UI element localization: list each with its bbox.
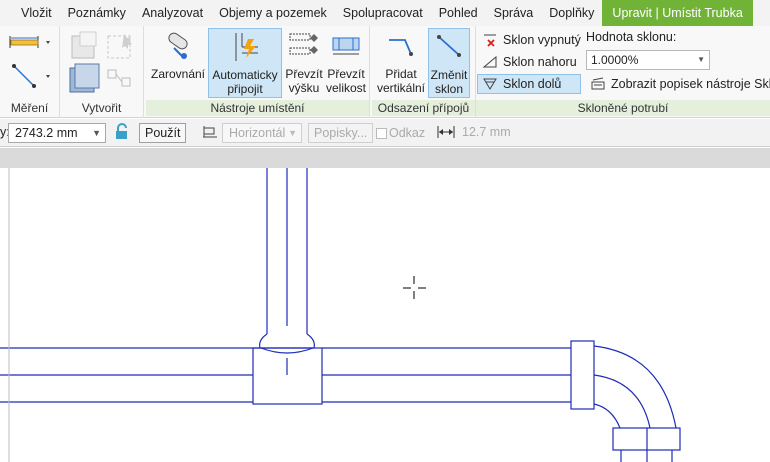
drawing-canvas[interactable] — [0, 168, 770, 462]
inherit-size-icon — [324, 30, 368, 65]
sklon-vypnuty-label: Sklon vypnutý — [503, 33, 581, 47]
panel-vytvorit: Vytvořit — [60, 26, 144, 118]
prevzit-vysku-line1: Převzít — [285, 67, 323, 81]
panel-label-mereni: Měření — [10, 101, 49, 115]
slope-tooltip-icon — [591, 77, 605, 90]
zmenit-line1: Změnit — [430, 68, 468, 82]
slope-value: 1.0000% — [591, 53, 639, 67]
chevron-down-icon: ▼ — [697, 55, 705, 64]
prevzit-vysku-line2: výšku — [288, 81, 320, 95]
tab-doplnky[interactable]: Doplňky — [541, 0, 602, 26]
horizontal-justification-value: Horizontál — [229, 126, 286, 140]
create-component-icon[interactable] — [66, 30, 140, 99]
change-slope-icon — [429, 31, 469, 66]
sklon-nahoru-button[interactable]: Sklon nahoru — [478, 52, 577, 72]
ribbon-tabs: Vložit Poznámky Analyzovat Objemy a poze… — [0, 0, 770, 26]
prevzit-velikost-line1: Převzít — [327, 67, 365, 81]
panel-label-vytvorit: Vytvořit — [81, 101, 122, 115]
horizontal-justification-select[interactable]: Horizontál ▼ — [222, 123, 302, 143]
zarovnani-label: Zarovnání — [150, 67, 206, 81]
tab-spolupracovat[interactable]: Spolupracovat — [335, 0, 431, 26]
slope-down-icon — [483, 78, 497, 90]
leader-checkbox[interactable]: Odkaz — [376, 123, 425, 143]
offset-value: 2743.2 mm — [15, 126, 78, 140]
automaticky-pripojit-button[interactable]: Automaticky připojit — [208, 28, 282, 98]
pridat-vertikalni-button[interactable]: Přidat vertikální — [374, 28, 428, 98]
sklon-vypnuty-button[interactable]: Sklon vypnutý — [478, 30, 581, 50]
slope-value-select[interactable]: 1.0000% ▼ — [586, 50, 710, 70]
prevzit-velikost-button[interactable]: Převzít velikost — [324, 28, 368, 98]
tab-pohled[interactable]: Pohled — [431, 0, 486, 26]
tab-objemy-a-pozemek[interactable]: Objemy a pozemek — [211, 0, 335, 26]
tab-poznamky[interactable]: Poznámky — [60, 0, 134, 26]
panel-nastroje-umisteni: Zarovnání Automaticky připojit Převzít v… — [146, 26, 370, 118]
tab-sprava[interactable]: Správa — [486, 0, 542, 26]
measure-icon[interactable] — [8, 32, 52, 57]
panel-label-nastroje: Nástroje umístění — [146, 100, 369, 116]
tab-upravit-umistit-trubka[interactable]: Upravit | Umístit Trubka — [602, 0, 753, 26]
chevron-down-icon: ▼ — [92, 128, 101, 138]
prevzit-velikost-line2: velikost — [325, 81, 366, 95]
pipe-drawing — [0, 168, 681, 462]
inherit-elevation-icon — [284, 30, 324, 65]
lock-icon[interactable] — [114, 123, 132, 143]
chevron-down-icon: ▼ — [288, 128, 297, 138]
zmenit-line2: sklon — [434, 82, 463, 96]
panel-sklonene-potrubi: Sklon vypnutý Sklon nahoru Sklon dolů Ho… — [476, 26, 770, 118]
pripojit-label: připojit — [227, 82, 263, 96]
pridat-line2: vertikální — [376, 81, 426, 95]
ribbon: Měření Vytvořit Zarovnání Automaticky př… — [0, 26, 770, 118]
prevzit-vysku-button[interactable]: Převzít výšku — [284, 28, 324, 98]
offset-field[interactable]: 2743.2 mm ▼ — [8, 123, 106, 143]
zobrazit-popisek-label: Zobrazit popisek nástroje Sklon — [611, 77, 770, 91]
slope-value-label: Hodnota sklonu: — [586, 30, 677, 44]
zarovnani-button[interactable]: Zarovnání — [149, 28, 207, 98]
panel-label-sklonene: Skloněné potrubí — [476, 100, 770, 116]
tab-analyzovat[interactable]: Analyzovat — [134, 0, 211, 26]
options-bar: y: 2743.2 mm ▼ Použít Horizontál ▼ Popis… — [0, 119, 770, 147]
justify-pipe-icon — [149, 30, 207, 65]
length-icon — [436, 123, 456, 143]
zobrazit-popisek-sklon-button[interactable]: Zobrazit popisek nástroje Sklon — [590, 74, 770, 94]
pridat-line1: Přidat — [385, 67, 417, 81]
sklon-dolu-button[interactable]: Sklon dolů — [477, 74, 581, 94]
slope-off-icon — [484, 34, 496, 47]
tags-button[interactable]: Popisky... — [308, 123, 374, 143]
checkbox-icon — [376, 127, 387, 139]
sklon-nahoru-label: Sklon nahoru — [503, 55, 577, 69]
panel-label-odsazeni: Odsazení přípojů — [372, 100, 475, 116]
leader-label: Odkaz — [389, 126, 426, 140]
measure-aligned-icon[interactable] — [8, 62, 52, 95]
sklon-dolu-label: Sklon dolů — [503, 77, 562, 91]
crosshair-cursor-icon — [403, 276, 426, 299]
apply-button[interactable]: Použít — [139, 123, 187, 143]
view-separator — [0, 148, 770, 168]
add-vertical-icon — [374, 30, 428, 65]
length-value: 12.7 mm — [462, 125, 511, 139]
automaticky-label: Automaticky — [212, 68, 278, 82]
justification-icon[interactable] — [201, 123, 219, 143]
slope-up-icon — [482, 55, 497, 68]
panel-mereni: Měření — [0, 26, 60, 118]
tab-vlozit[interactable]: Vložit — [0, 0, 60, 26]
auto-connect-icon — [209, 31, 281, 66]
panel-odsazeni-pripoju: Přidat vertikální Změnit sklon Odsazení … — [372, 26, 476, 118]
zmenit-sklon-button[interactable]: Změnit sklon — [428, 28, 470, 98]
